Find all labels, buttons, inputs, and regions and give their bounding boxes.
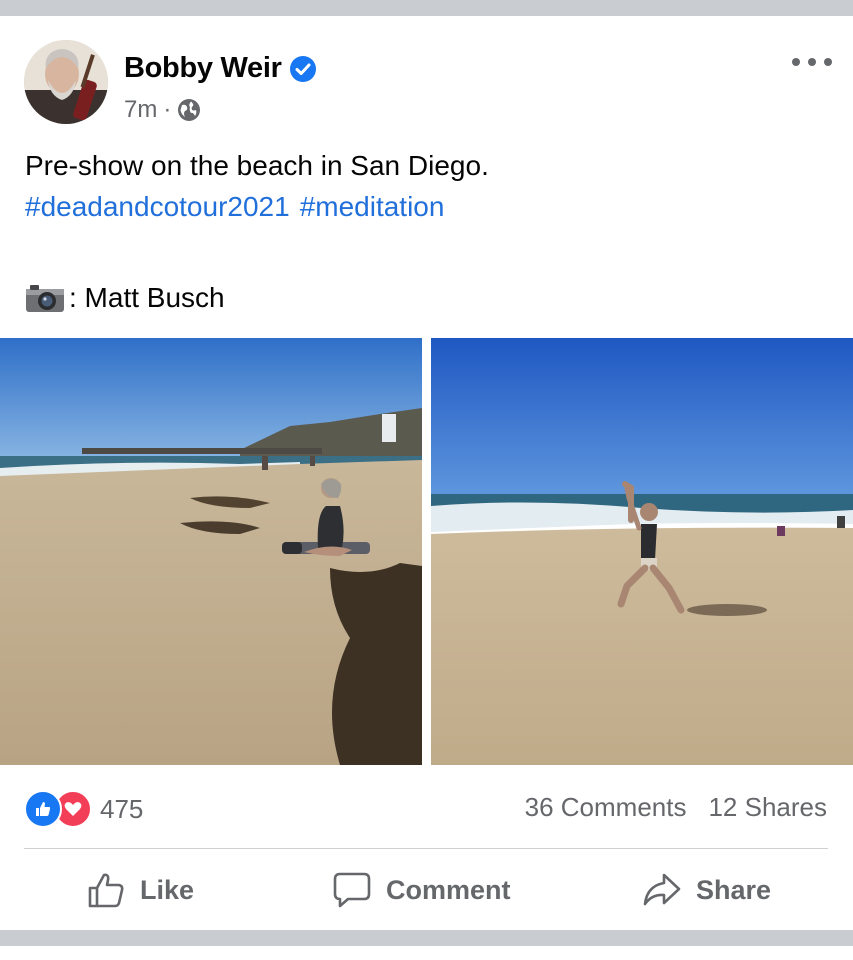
hashtag-line: #deadandcotour2021 #meditation [25,186,454,227]
comments-count[interactable]: 36 Comments [525,792,687,823]
post-caption: Pre-show on the beach in San Diego. [25,150,489,181]
meta-separator: · [163,96,172,123]
beach-photo-meditation[interactable] [0,338,422,765]
verified-badge-icon [289,55,316,82]
thumbs-up-icon [88,873,124,908]
hashtag-link[interactable]: #meditation [300,191,445,222]
photo-credit: : Matt Busch [25,277,225,318]
photo-image [0,338,422,765]
bottom-separator [0,930,853,946]
camera-icon [26,284,64,312]
more-options-icon[interactable] [792,50,832,74]
more-dot [824,58,832,66]
author-name[interactable]: Bobby Weir [124,52,316,85]
like-reaction-icon [24,790,62,828]
engagement-stats: 36 Comments 12 Shares [525,792,827,823]
like-label: Like [140,874,195,905]
reaction-summary[interactable]: 475 [24,790,143,828]
globe-icon[interactable] [177,98,201,122]
share-label: Share [696,874,772,905]
reaction-count[interactable]: 475 [100,794,143,825]
photo-image [431,338,853,765]
hashtag-link[interactable]: #deadandcotour2021 [25,191,290,222]
heart-icon [64,802,82,816]
like-button[interactable]: Like [86,866,194,914]
comment-label: Comment [386,874,511,905]
beach-photo-yoga[interactable] [431,338,853,765]
post-meta: 7m · [124,96,201,124]
top-separator [0,0,853,16]
comment-button[interactable]: Comment [332,866,511,914]
photo-credit-text: : Matt Busch [69,282,225,313]
avatar[interactable] [24,40,108,124]
divider [24,848,828,849]
more-dot [792,58,800,66]
share-arrow-icon [643,873,681,906]
comment-bubble-icon [333,872,371,908]
avatar-image [24,40,108,124]
shares-count[interactable]: 12 Shares [708,792,827,823]
more-dot [808,58,816,66]
post-timestamp[interactable]: 7m [124,96,157,124]
thumbs-up-icon [36,802,51,816]
share-button[interactable]: Share [642,866,771,914]
author-name-text[interactable]: Bobby Weir [124,52,282,85]
